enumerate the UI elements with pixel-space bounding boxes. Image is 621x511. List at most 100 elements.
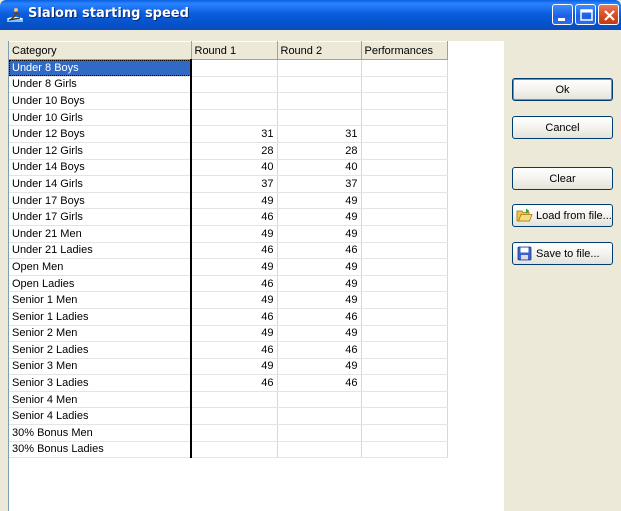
table-row[interactable]: Under 12 Boys 31 31 xyxy=(9,125,448,143)
category-cell[interactable]: Under 21 Men xyxy=(9,225,192,243)
performances-cell[interactable] xyxy=(361,258,448,276)
save-to-file-button[interactable]: Save to file... xyxy=(512,242,613,265)
performances-cell[interactable] xyxy=(361,125,448,143)
performances-cell[interactable] xyxy=(361,192,448,210)
category-cell[interactable]: Under 17 Boys xyxy=(9,192,192,210)
round1-cell[interactable]: 46 xyxy=(191,275,278,293)
ok-button[interactable]: Ok xyxy=(512,78,613,101)
table-row[interactable]: Senior 4 Ladies xyxy=(9,407,448,426)
table-row[interactable]: Senior 1 Men 49 49 xyxy=(9,291,448,309)
table-row[interactable]: Senior 2 Ladies 46 46 xyxy=(9,341,448,359)
performances-cell[interactable] xyxy=(361,374,448,392)
round1-cell[interactable] xyxy=(191,407,278,426)
round2-cell[interactable] xyxy=(277,424,362,442)
category-cell[interactable]: 30% Bonus Ladies xyxy=(9,441,192,459)
table-row[interactable]: Under 12 Girls 28 28 xyxy=(9,142,448,160)
table-row[interactable]: Under 14 Girls 37 37 xyxy=(9,175,448,193)
round1-cell[interactable] xyxy=(191,424,278,442)
performances-cell[interactable] xyxy=(361,76,448,94)
performances-cell[interactable] xyxy=(361,159,448,177)
performances-cell[interactable] xyxy=(361,358,448,376)
round2-cell[interactable] xyxy=(277,407,362,426)
round2-cell[interactable]: 31 xyxy=(277,125,362,143)
category-cell[interactable]: Under 12 Boys xyxy=(9,125,192,143)
title-bar[interactable]: Slalom starting speed xyxy=(0,0,621,30)
performances-cell[interactable] xyxy=(361,142,448,160)
round2-cell[interactable]: 40 xyxy=(277,159,362,177)
table-row[interactable]: Under 21 Men 49 49 xyxy=(9,225,448,243)
clear-button[interactable]: Clear xyxy=(512,167,613,190)
category-cell[interactable]: Senior 2 Ladies xyxy=(9,341,192,359)
minimize-button[interactable] xyxy=(552,4,573,25)
table-row[interactable]: Under 17 Girls 46 49 xyxy=(9,208,448,226)
round1-cell[interactable]: 46 xyxy=(191,308,278,326)
performances-cell[interactable] xyxy=(361,407,448,426)
table-row[interactable]: Under 14 Boys 40 40 xyxy=(9,159,448,177)
round1-cell[interactable] xyxy=(191,76,278,94)
round2-cell[interactable]: 49 xyxy=(277,208,362,226)
category-cell[interactable]: Open Men xyxy=(9,258,192,276)
load-from-file-button[interactable]: Load from file... xyxy=(512,204,613,227)
round2-cell[interactable]: 49 xyxy=(277,225,362,243)
round1-cell[interactable]: 49 xyxy=(191,291,278,309)
category-cell[interactable]: Senior 2 Men xyxy=(9,325,192,343)
round1-cell[interactable]: 49 xyxy=(191,258,278,276)
round2-cell[interactable] xyxy=(277,441,362,459)
round1-cell[interactable]: 49 xyxy=(191,225,278,243)
round2-cell[interactable]: 49 xyxy=(277,325,362,343)
table-row[interactable]: Senior 3 Men 49 49 xyxy=(9,358,448,376)
performances-cell[interactable] xyxy=(361,291,448,309)
category-cell[interactable]: Senior 4 Ladies xyxy=(9,407,192,426)
performances-cell[interactable] xyxy=(361,208,448,226)
round2-cell[interactable]: 28 xyxy=(277,142,362,160)
round2-cell[interactable]: 49 xyxy=(277,291,362,309)
round1-cell[interactable]: 28 xyxy=(191,142,278,160)
performances-cell[interactable] xyxy=(361,225,448,243)
category-cell[interactable]: Under 17 Girls xyxy=(9,208,192,226)
category-cell[interactable]: Open Ladies xyxy=(9,275,192,293)
table-row[interactable]: Open Men 49 49 xyxy=(9,258,448,276)
round2-cell[interactable]: 46 xyxy=(277,374,362,392)
round1-cell[interactable]: 40 xyxy=(191,159,278,177)
round2-cell[interactable] xyxy=(277,109,362,127)
round1-cell[interactable]: 46 xyxy=(191,341,278,359)
round2-cell[interactable]: 49 xyxy=(277,258,362,276)
category-cell[interactable]: Under 14 Girls xyxy=(9,175,192,193)
round1-cell[interactable] xyxy=(191,59,278,77)
category-cell[interactable]: 30% Bonus Men xyxy=(9,424,192,442)
round1-cell[interactable]: 49 xyxy=(191,358,278,376)
category-cell[interactable]: Under 8 Boys xyxy=(9,59,192,77)
column-header-round1[interactable]: Round 1 xyxy=(191,41,278,60)
speed-grid[interactable]: Category Round 1 Round 2 Performances Un… xyxy=(8,41,504,511)
round2-cell[interactable]: 49 xyxy=(277,275,362,293)
round2-cell[interactable] xyxy=(277,59,362,77)
table-row[interactable]: Senior 1 Ladies 46 46 xyxy=(9,308,448,326)
category-cell[interactable]: Under 10 Boys xyxy=(9,92,192,110)
table-row[interactable]: Under 10 Boys xyxy=(9,92,448,110)
performances-cell[interactable] xyxy=(361,242,448,260)
round2-cell[interactable] xyxy=(277,92,362,110)
round2-cell[interactable]: 46 xyxy=(277,341,362,359)
close-button[interactable] xyxy=(598,4,619,25)
round1-cell[interactable]: 37 xyxy=(191,175,278,193)
round1-cell[interactable] xyxy=(191,109,278,127)
category-cell[interactable]: Under 12 Girls xyxy=(9,142,192,160)
round1-cell[interactable]: 49 xyxy=(191,192,278,210)
column-header-category[interactable]: Category xyxy=(9,41,192,60)
round1-cell[interactable] xyxy=(191,441,278,459)
performances-cell[interactable] xyxy=(361,275,448,293)
category-cell[interactable]: Under 14 Boys xyxy=(9,159,192,177)
performances-cell[interactable] xyxy=(361,441,448,459)
table-row[interactable]: Under 21 Ladies 46 46 xyxy=(9,242,448,260)
performances-cell[interactable] xyxy=(361,308,448,326)
performances-cell[interactable] xyxy=(361,341,448,359)
column-header-round2[interactable]: Round 2 xyxy=(277,41,362,60)
performances-cell[interactable] xyxy=(361,325,448,343)
category-cell[interactable]: Senior 4 Men xyxy=(9,391,192,409)
round1-cell[interactable] xyxy=(191,391,278,409)
category-cell[interactable]: Senior 1 Ladies xyxy=(9,308,192,326)
round1-cell[interactable] xyxy=(191,92,278,110)
round2-cell[interactable]: 49 xyxy=(277,192,362,210)
maximize-button[interactable] xyxy=(575,4,596,25)
performances-cell[interactable] xyxy=(361,59,448,77)
